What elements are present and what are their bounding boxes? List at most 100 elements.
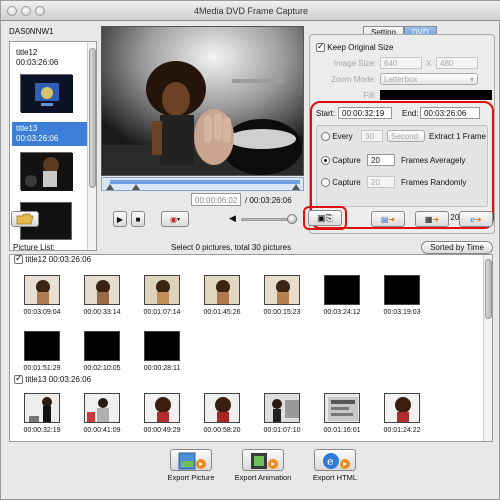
group-header[interactable]: title13 00:03:26:06 — [14, 373, 91, 385]
frame-thumbnail[interactable] — [24, 331, 60, 361]
title-thumbnail[interactable] — [20, 152, 73, 191]
export-animation-quick-button[interactable]: ▦➜ — [415, 211, 449, 227]
capture-label: Capture — [332, 178, 361, 187]
title-item[interactable]: title12 00:03:26:06 — [12, 46, 87, 70]
start-marker[interactable] — [106, 184, 114, 190]
frame-thumbnail[interactable] — [384, 393, 420, 423]
snapshot-menu-button[interactable]: ◉ ▾ — [161, 211, 189, 227]
picture-grid: title12 00:03:26:06 00:03:09:04 00:00:33… — [9, 254, 493, 442]
size-separator: X — [426, 59, 432, 68]
sort-button[interactable]: Sorted by Time — [421, 241, 493, 254]
picture-list-status: Select 0 pictures, total 30 pictures — [171, 243, 292, 252]
frame-time: 00:03:09:04 — [23, 309, 61, 316]
frame-thumbnail[interactable] — [84, 275, 120, 305]
frame-thumbnail[interactable] — [144, 331, 180, 361]
randomly-count-field[interactable]: 20 — [367, 176, 395, 188]
fill-color-swatch[interactable] — [380, 90, 492, 100]
camera-icon: ◉ — [170, 214, 177, 224]
window-title: 4Media DVD Frame Capture — [193, 6, 309, 16]
zoom-mode-select[interactable]: Letterbox ▾ — [380, 73, 478, 85]
export-html-quick-button[interactable]: ℯ➜ — [459, 211, 493, 227]
play-button[interactable]: ▶ — [113, 211, 127, 227]
title-bar: 4Media DVD Frame Capture — [1, 1, 500, 21]
scroll-thumb[interactable] — [89, 48, 96, 188]
frame-thumbnail[interactable] — [84, 393, 120, 423]
frames-averagely-label: Frames Averagely — [401, 156, 466, 165]
timeline-scrubber[interactable] — [101, 177, 304, 191]
frame-thumbnail[interactable] — [384, 275, 420, 305]
volume-slider[interactable] — [241, 214, 298, 224]
export-html-label: Export HTML — [312, 473, 358, 482]
frame-thumbnail[interactable] — [204, 393, 240, 423]
scroll-thumb[interactable] — [485, 259, 492, 319]
every-unit-value: Second — [391, 132, 419, 141]
frame-thumbnail[interactable] — [264, 393, 300, 423]
export-html-button[interactable]: e — [314, 449, 356, 471]
capture-averagely-row[interactable]: Capture — [321, 156, 361, 166]
every-value-field[interactable]: 30 — [361, 130, 383, 142]
capture-randomly-row[interactable]: Capture — [321, 178, 361, 188]
frame-time: 00:01:51:29 — [23, 365, 61, 372]
app-window: 4Media DVD Frame Capture DAS0NNW1 title1… — [0, 0, 500, 500]
total-time: / 00:03:26:06 — [245, 196, 292, 205]
frame-thumbnail[interactable] — [324, 393, 360, 423]
capture-averagely-radio[interactable] — [321, 156, 330, 166]
chevron-down-icon: ▾ — [176, 216, 180, 223]
title-item-selected[interactable]: title13 00:03:26:06 — [12, 122, 87, 146]
frame-thumbnail[interactable] — [144, 393, 180, 423]
fill-label: Fill: — [363, 91, 376, 100]
keep-original-size-label: Keep Original Size — [327, 43, 394, 52]
frame-time: 00:01:24:22 — [383, 427, 421, 434]
height-field[interactable]: 480 — [436, 57, 478, 69]
end-marker[interactable] — [292, 184, 300, 190]
zoom-mode-label: Zoom Mode: — [331, 75, 376, 84]
title-item-duration: 00:03:26:06 — [16, 134, 59, 143]
averagely-count-field[interactable]: 20 — [367, 154, 395, 166]
every-unit-select[interactable]: Second — [387, 130, 425, 142]
film-export-icon: ▦➜ — [424, 214, 440, 224]
title-item-label: title12 — [16, 48, 38, 57]
frame-thumbnail[interactable] — [144, 275, 180, 305]
capture-label: Capture — [332, 156, 361, 165]
extract-label: Extract 1 Frame — [429, 132, 486, 141]
capture-randomly-radio[interactable] — [321, 178, 330, 188]
group-checkbox[interactable] — [14, 373, 23, 385]
export-animation-button[interactable] — [242, 449, 284, 471]
current-time-field: 00:00:06:02 — [191, 193, 241, 206]
frame-thumbnail[interactable] — [24, 393, 60, 423]
group-checkbox[interactable] — [14, 255, 23, 265]
every-row[interactable]: Every — [321, 132, 353, 142]
frame-thumbnail[interactable] — [84, 331, 120, 361]
frames-randomly-label: Frames Randomly — [401, 178, 467, 187]
open-folder-button[interactable] — [11, 211, 39, 227]
keep-original-size-checkbox[interactable] — [316, 41, 325, 53]
picture-grid-scrollbar[interactable] — [483, 255, 492, 441]
every-radio[interactable] — [321, 132, 330, 142]
frame-time: 00:01:07:14 — [143, 309, 181, 316]
frame-thumbnail[interactable] — [204, 275, 240, 305]
volume-icon: ◀ — [229, 213, 236, 223]
width-field[interactable]: 640 — [380, 57, 422, 69]
frame-time: 00:02:10:05 — [83, 365, 121, 372]
frame-time: 00:00:58:20 — [203, 427, 241, 434]
frame-time: 00:00:41:09 — [83, 427, 121, 434]
capture-frames-button[interactable]: ▣⎘ — [308, 210, 342, 226]
keep-original-size-row[interactable]: Keep Original Size — [316, 41, 394, 53]
stop-button[interactable]: ■ — [131, 211, 145, 227]
playhead-marker[interactable] — [132, 184, 140, 190]
start-time-field[interactable]: 00:00:32:19 — [338, 107, 392, 119]
volume-knob[interactable] — [287, 214, 298, 224]
title-item-duration: 00:03:26:06 — [16, 58, 59, 67]
frame-thumbnail[interactable] — [264, 275, 300, 305]
frame-thumbnail[interactable] — [24, 275, 60, 305]
image-size-label: Image Size: — [333, 59, 376, 68]
capture-button-highlight: ▣⎘ — [303, 206, 347, 230]
group-header[interactable]: title12 00:03:26:06 — [14, 255, 91, 265]
frame-thumbnail[interactable] — [324, 275, 360, 305]
export-picture-quick-button[interactable]: ▤➜ — [371, 211, 405, 227]
frame-time: 00:00:15:23 — [263, 309, 301, 316]
export-picture-button[interactable] — [170, 449, 212, 471]
end-time-field[interactable]: 00:03:26:06 — [420, 107, 480, 119]
title-thumbnail[interactable] — [20, 74, 73, 113]
title-list-scrollbar[interactable] — [87, 42, 96, 250]
